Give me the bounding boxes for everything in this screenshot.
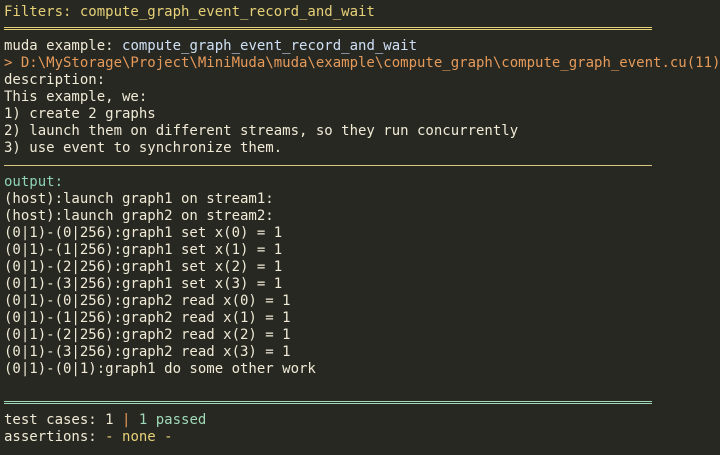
example-title-line: muda example: compute_graph_event_record… (4, 38, 720, 55)
output-line: (0|1)-(3|256):graph1 set x(3) = 1 (4, 276, 283, 292)
output-line: (host):launch graph1 on stream1: (4, 191, 274, 207)
output-line: (0|1)-(1|256):graph1 set x(1) = 1 (4, 242, 283, 258)
output-label: output: (4, 174, 64, 190)
output-line: (host):launch graph2 on stream2: (4, 208, 274, 224)
output-line: (0|1)-(2|256):graph1 set x(2) = 1 (4, 259, 283, 275)
output-line: (0|1)-(1|256):graph2 read x(1) = 1 (4, 310, 291, 326)
description-block: This example, we: 1) create 2 graphs 2) … (4, 89, 720, 157)
assertions-summary: assertions: - none - (4, 429, 720, 446)
output-line: (0|1)-(2|256):graph2 read x(2) = 1 (4, 327, 291, 343)
filters-line: Filters: compute_graph_event_record_and_… (4, 4, 375, 20)
description-line: This example, we: (4, 89, 148, 105)
assertions-value: - none - (105, 429, 173, 445)
example-source-path: > D:\MyStorage\Project\MiniMuda\muda\exa… (4, 55, 720, 71)
example-name: compute_graph_event_record_and_wait (122, 38, 418, 54)
output-line: (0|1)-(0|1):graph1 do some other work (4, 361, 316, 377)
description-line: 3) use event to synchronize them. (4, 140, 283, 156)
output-line: (0|1)-(3|256):graph2 read x(3) = 1 (4, 344, 291, 360)
terminal-output: Filters: compute_graph_event_record_and_… (4, 4, 720, 446)
description-line: 1) create 2 graphs (4, 106, 156, 122)
header-divider (4, 21, 720, 38)
summary-separator: | (113, 412, 139, 428)
example-prefix: muda example: (4, 38, 123, 54)
assertions-label: assertions: (4, 429, 106, 445)
section-divider (4, 157, 720, 174)
test-cases-summary: test cases: 1 | 1 passed (4, 412, 720, 429)
test-cases-count: 1 (105, 412, 114, 428)
output-block: (host):launch graph1 on stream1: (host):… (4, 191, 720, 378)
output-line: (0|1)-(0|256):graph2 read x(0) = 1 (4, 293, 291, 309)
passed-count: 1 passed (138, 412, 207, 428)
description-line: 2) launch them on different streams, so … (4, 123, 519, 139)
description-label: description: (4, 72, 106, 88)
output-line: (0|1)-(0|256):graph1 set x(0) = 1 (4, 225, 283, 241)
summary-divider (4, 395, 720, 412)
test-cases-label: test cases: (4, 412, 106, 428)
